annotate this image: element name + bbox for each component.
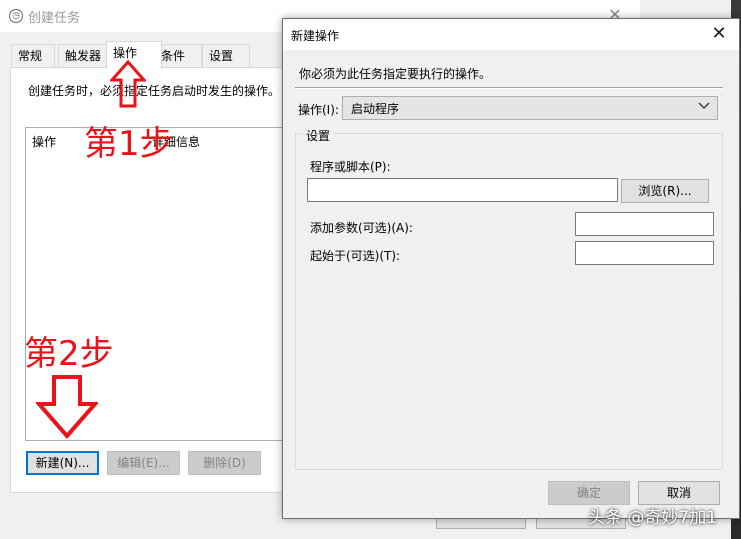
step1-annotation: 第1步 <box>84 124 174 164</box>
close-icon[interactable]: ✕ <box>707 22 731 46</box>
watermark: 头条 @奇妙7加1 <box>588 508 718 528</box>
start-in-input[interactable] <box>575 241 714 265</box>
tab-settings[interactable]: 设置 <box>202 44 250 67</box>
actions-description: 创建任务时，必须指定任务启动时发生的操作。 <box>28 84 281 98</box>
browse-button[interactable]: 浏览(R)... <box>621 179 709 203</box>
ok-button[interactable]: 确定 <box>548 481 630 505</box>
new-action-button[interactable]: 新建(N)... <box>26 451 99 475</box>
args-label: 添加参数(可选)(A): <box>310 221 413 235</box>
new-action-dialog: 新建操作 ✕ 你必须为此任务指定要执行的操作。 操作(I): 启动程序 设置 程… <box>282 18 740 519</box>
dialog-instruction: 你必须为此任务指定要执行的操作。 <box>299 67 492 81</box>
edit-action-button[interactable]: 编辑(E)... <box>107 451 180 475</box>
action-label: 操作(I): <box>298 103 339 117</box>
clock-icon: ◷ <box>9 9 23 23</box>
action-select-value[interactable]: 启动程序 <box>351 100 399 117</box>
divider <box>295 87 723 89</box>
start-in-label: 起始于(可选)(T): <box>310 249 401 263</box>
dialog-title: 新建操作 <box>291 29 340 43</box>
dialog-titlebar <box>283 19 739 50</box>
delete-action-button[interactable]: 删除(D) <box>188 451 261 475</box>
chevron-down-icon[interactable] <box>697 98 711 114</box>
step2-annotation: 第2步 <box>24 334 114 374</box>
program-label: 程序或脚本(P): <box>310 160 391 174</box>
create-task-title: 创建任务 <box>28 11 81 26</box>
column-header-action[interactable]: 操作 <box>32 133 56 150</box>
program-input[interactable] <box>307 178 618 202</box>
settings-group-label: 设置 <box>303 127 334 144</box>
up-arrow-icon <box>110 60 146 108</box>
cancel-button[interactable]: 取消 <box>638 481 720 505</box>
tab-general[interactable]: 常规 <box>11 44 55 67</box>
down-arrow-icon <box>36 375 98 440</box>
args-input[interactable] <box>575 212 714 236</box>
